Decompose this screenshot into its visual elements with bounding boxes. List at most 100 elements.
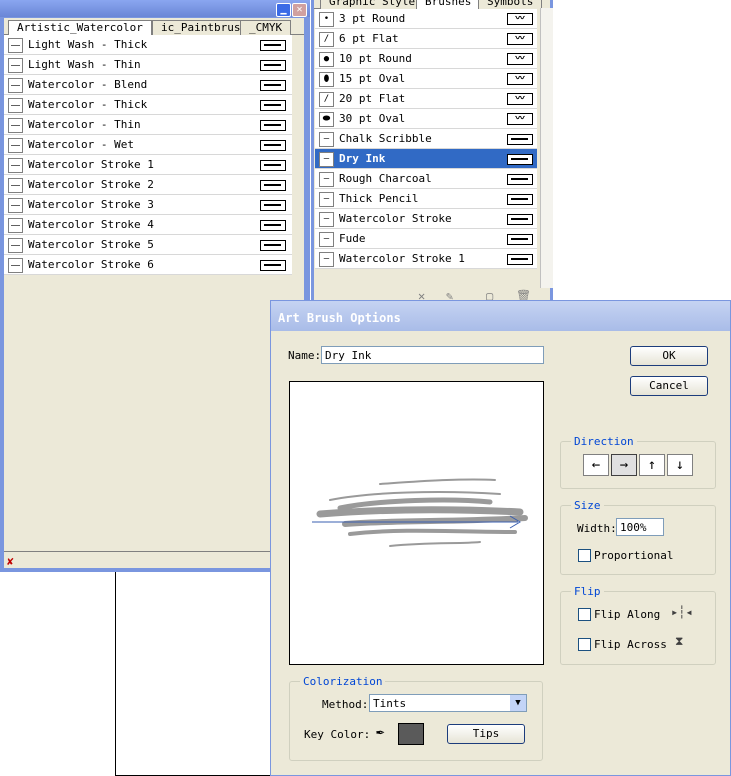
- brush-row[interactable]: — Rough Charcoal: [315, 169, 537, 189]
- direction-down-button[interactable]: ↓: [667, 454, 693, 476]
- flip-across-icon: ⧗: [675, 634, 684, 648]
- flip-along-label: Flip Along: [594, 608, 661, 621]
- brush-row[interactable]: ⬬ 30 pt Oval 〰: [315, 109, 537, 129]
- brush-row[interactable]: — Dry Ink: [315, 149, 537, 169]
- brush-row[interactable]: Watercolor Stroke 5: [4, 235, 292, 255]
- brush-row[interactable]: / 20 pt Flat 〰: [315, 89, 537, 109]
- brush-name: Watercolor Stroke 6: [28, 258, 154, 271]
- method-label: Method:: [322, 698, 369, 711]
- cancel-button[interactable]: Cancel: [630, 376, 708, 396]
- width-field[interactable]: 100%: [616, 518, 664, 536]
- calligraphic-brush-type-icon: 〰: [507, 93, 533, 105]
- key-color-swatch[interactable]: [398, 723, 424, 745]
- minimize-button[interactable]: ▁: [276, 3, 291, 17]
- brush-row[interactable]: Watercolor Stroke 6: [4, 255, 292, 275]
- tab-strip: Artistic_Watercolor ic_Paintbrush _CMYK: [4, 18, 304, 35]
- tips-button[interactable]: Tips: [447, 724, 525, 744]
- brush-thumbnail-icon: [8, 118, 23, 133]
- brush-row[interactable]: Light Wash - Thick: [4, 35, 292, 55]
- brush-library-palette: ▁ ✕ Artistic_Watercolor ic_Paintbrush _C…: [0, 0, 310, 572]
- scrollbar[interactable]: [540, 8, 553, 288]
- proportional-label: Proportional: [594, 549, 674, 562]
- key-color-label: Key Color:: [304, 728, 371, 741]
- art-brush-type-icon: [260, 120, 286, 131]
- palette-titlebar[interactable]: [0, 0, 310, 17]
- brush-name: 30 pt Oval: [339, 112, 406, 125]
- art-brush-type-icon: [260, 40, 286, 51]
- brush-thumbnail-icon: [8, 258, 23, 273]
- brush-row[interactable]: — Watercolor Stroke 1: [315, 249, 537, 269]
- tab-artistic-watercolor[interactable]: Artistic_Watercolor: [8, 20, 152, 35]
- brush-row[interactable]: — Watercolor Stroke: [315, 209, 537, 229]
- ok-button[interactable]: OK: [630, 346, 708, 366]
- brush-thumbnail-icon: [8, 198, 23, 213]
- brush-row[interactable]: Watercolor - Thick: [4, 95, 292, 115]
- brush-row[interactable]: — Thick Pencil: [315, 189, 537, 209]
- brush-row[interactable]: • 3 pt Round 〰: [315, 9, 537, 29]
- brush-row[interactable]: ⬮ 15 pt Oval 〰: [315, 69, 537, 89]
- colorization-title: Colorization: [300, 675, 386, 688]
- eyedropper-icon[interactable]: ✒: [376, 724, 384, 740]
- brush-preview: [289, 381, 544, 665]
- size-group: Size Width: 100% Proportional: [560, 499, 716, 575]
- tab-brushes[interactable]: Brushes: [416, 0, 481, 9]
- document-canvas: [115, 570, 276, 776]
- brush-row[interactable]: / 6 pt Flat 〰: [315, 29, 537, 49]
- brush-name: Watercolor Stroke 1: [339, 252, 465, 265]
- name-field[interactable]: Dry Ink: [321, 346, 544, 364]
- brush-thumbnail-icon: —: [319, 152, 334, 167]
- flip-group: Flip Flip Along ▸┆◂ Flip Across ⧗: [560, 585, 716, 665]
- proportional-checkbox[interactable]: [578, 549, 591, 562]
- brush-row[interactable]: Light Wash - Thin: [4, 55, 292, 75]
- direction-right-button[interactable]: →: [611, 454, 637, 476]
- size-title: Size: [571, 499, 604, 512]
- brush-name: Watercolor - Thick: [28, 98, 148, 111]
- brush-thumbnail-icon: —: [319, 132, 334, 147]
- brush-row[interactable]: Watercolor Stroke 4: [4, 215, 292, 235]
- flip-title: Flip: [571, 585, 604, 598]
- brush-row[interactable]: Watercolor Stroke 2: [4, 175, 292, 195]
- brush-name: Fude: [339, 232, 366, 245]
- brush-row[interactable]: Watercolor Stroke 3: [4, 195, 292, 215]
- brush-name: 15 pt Oval: [339, 72, 406, 85]
- brush-row[interactable]: Watercolor - Thin: [4, 115, 292, 135]
- close-button[interactable]: ✕: [292, 3, 307, 17]
- brush-row[interactable]: Watercolor - Blend: [4, 75, 292, 95]
- method-select[interactable]: Tints ▼: [369, 694, 527, 712]
- tab-symbols[interactable]: Symbols: [478, 0, 543, 9]
- tab-graphic-styles[interactable]: Graphic Styles: [320, 0, 431, 9]
- brush-thumbnail-icon: [8, 178, 23, 193]
- art-brush-type-icon: [507, 234, 533, 245]
- delete-brush-icon[interactable]: ✘: [7, 555, 14, 568]
- flip-across-label: Flip Across: [594, 638, 667, 651]
- brush-row[interactable]: — Chalk Scribble: [315, 129, 537, 149]
- flip-across-checkbox[interactable]: [578, 638, 591, 651]
- flip-along-checkbox[interactable]: [578, 608, 591, 621]
- brush-row[interactable]: ● 10 pt Round 〰: [315, 49, 537, 69]
- art-brush-type-icon: [507, 214, 533, 225]
- brush-thumbnail-icon: [8, 138, 23, 153]
- brush-name: Watercolor Stroke 2: [28, 178, 154, 191]
- calligraphic-brush-type-icon: 〰: [507, 73, 533, 85]
- calligraphic-brush-type-icon: 〰: [507, 13, 533, 25]
- brush-name: Thick Pencil: [339, 192, 419, 205]
- brush-name: Chalk Scribble: [339, 132, 432, 145]
- brush-name: 3 pt Round: [339, 12, 406, 25]
- brush-row[interactable]: Watercolor - Wet: [4, 135, 292, 155]
- palette-body: Graphic Styles Brushes Symbols • 3 pt Rou…: [314, 0, 553, 303]
- dry-ink-stroke-preview: [312, 478, 528, 547]
- direction-up-button[interactable]: ↑: [639, 454, 665, 476]
- art-brush-type-icon: [260, 100, 286, 111]
- brush-thumbnail-icon: ⬬: [319, 112, 334, 127]
- direction-left-button[interactable]: ←: [583, 454, 609, 476]
- brush-thumbnail-icon: •: [319, 12, 334, 27]
- brush-thumbnail-icon: [8, 218, 23, 233]
- brush-name: Watercolor Stroke 4: [28, 218, 154, 231]
- brush-name: 6 pt Flat: [339, 32, 399, 45]
- brush-row[interactable]: — Fude: [315, 229, 537, 249]
- brush-row[interactable]: Watercolor Stroke 1: [4, 155, 292, 175]
- chevron-down-icon[interactable]: ▼: [510, 695, 526, 711]
- tab-cmyk[interactable]: _CMYK: [240, 20, 292, 35]
- calligraphic-brush-type-icon: 〰: [507, 33, 533, 45]
- divider: [4, 551, 304, 552]
